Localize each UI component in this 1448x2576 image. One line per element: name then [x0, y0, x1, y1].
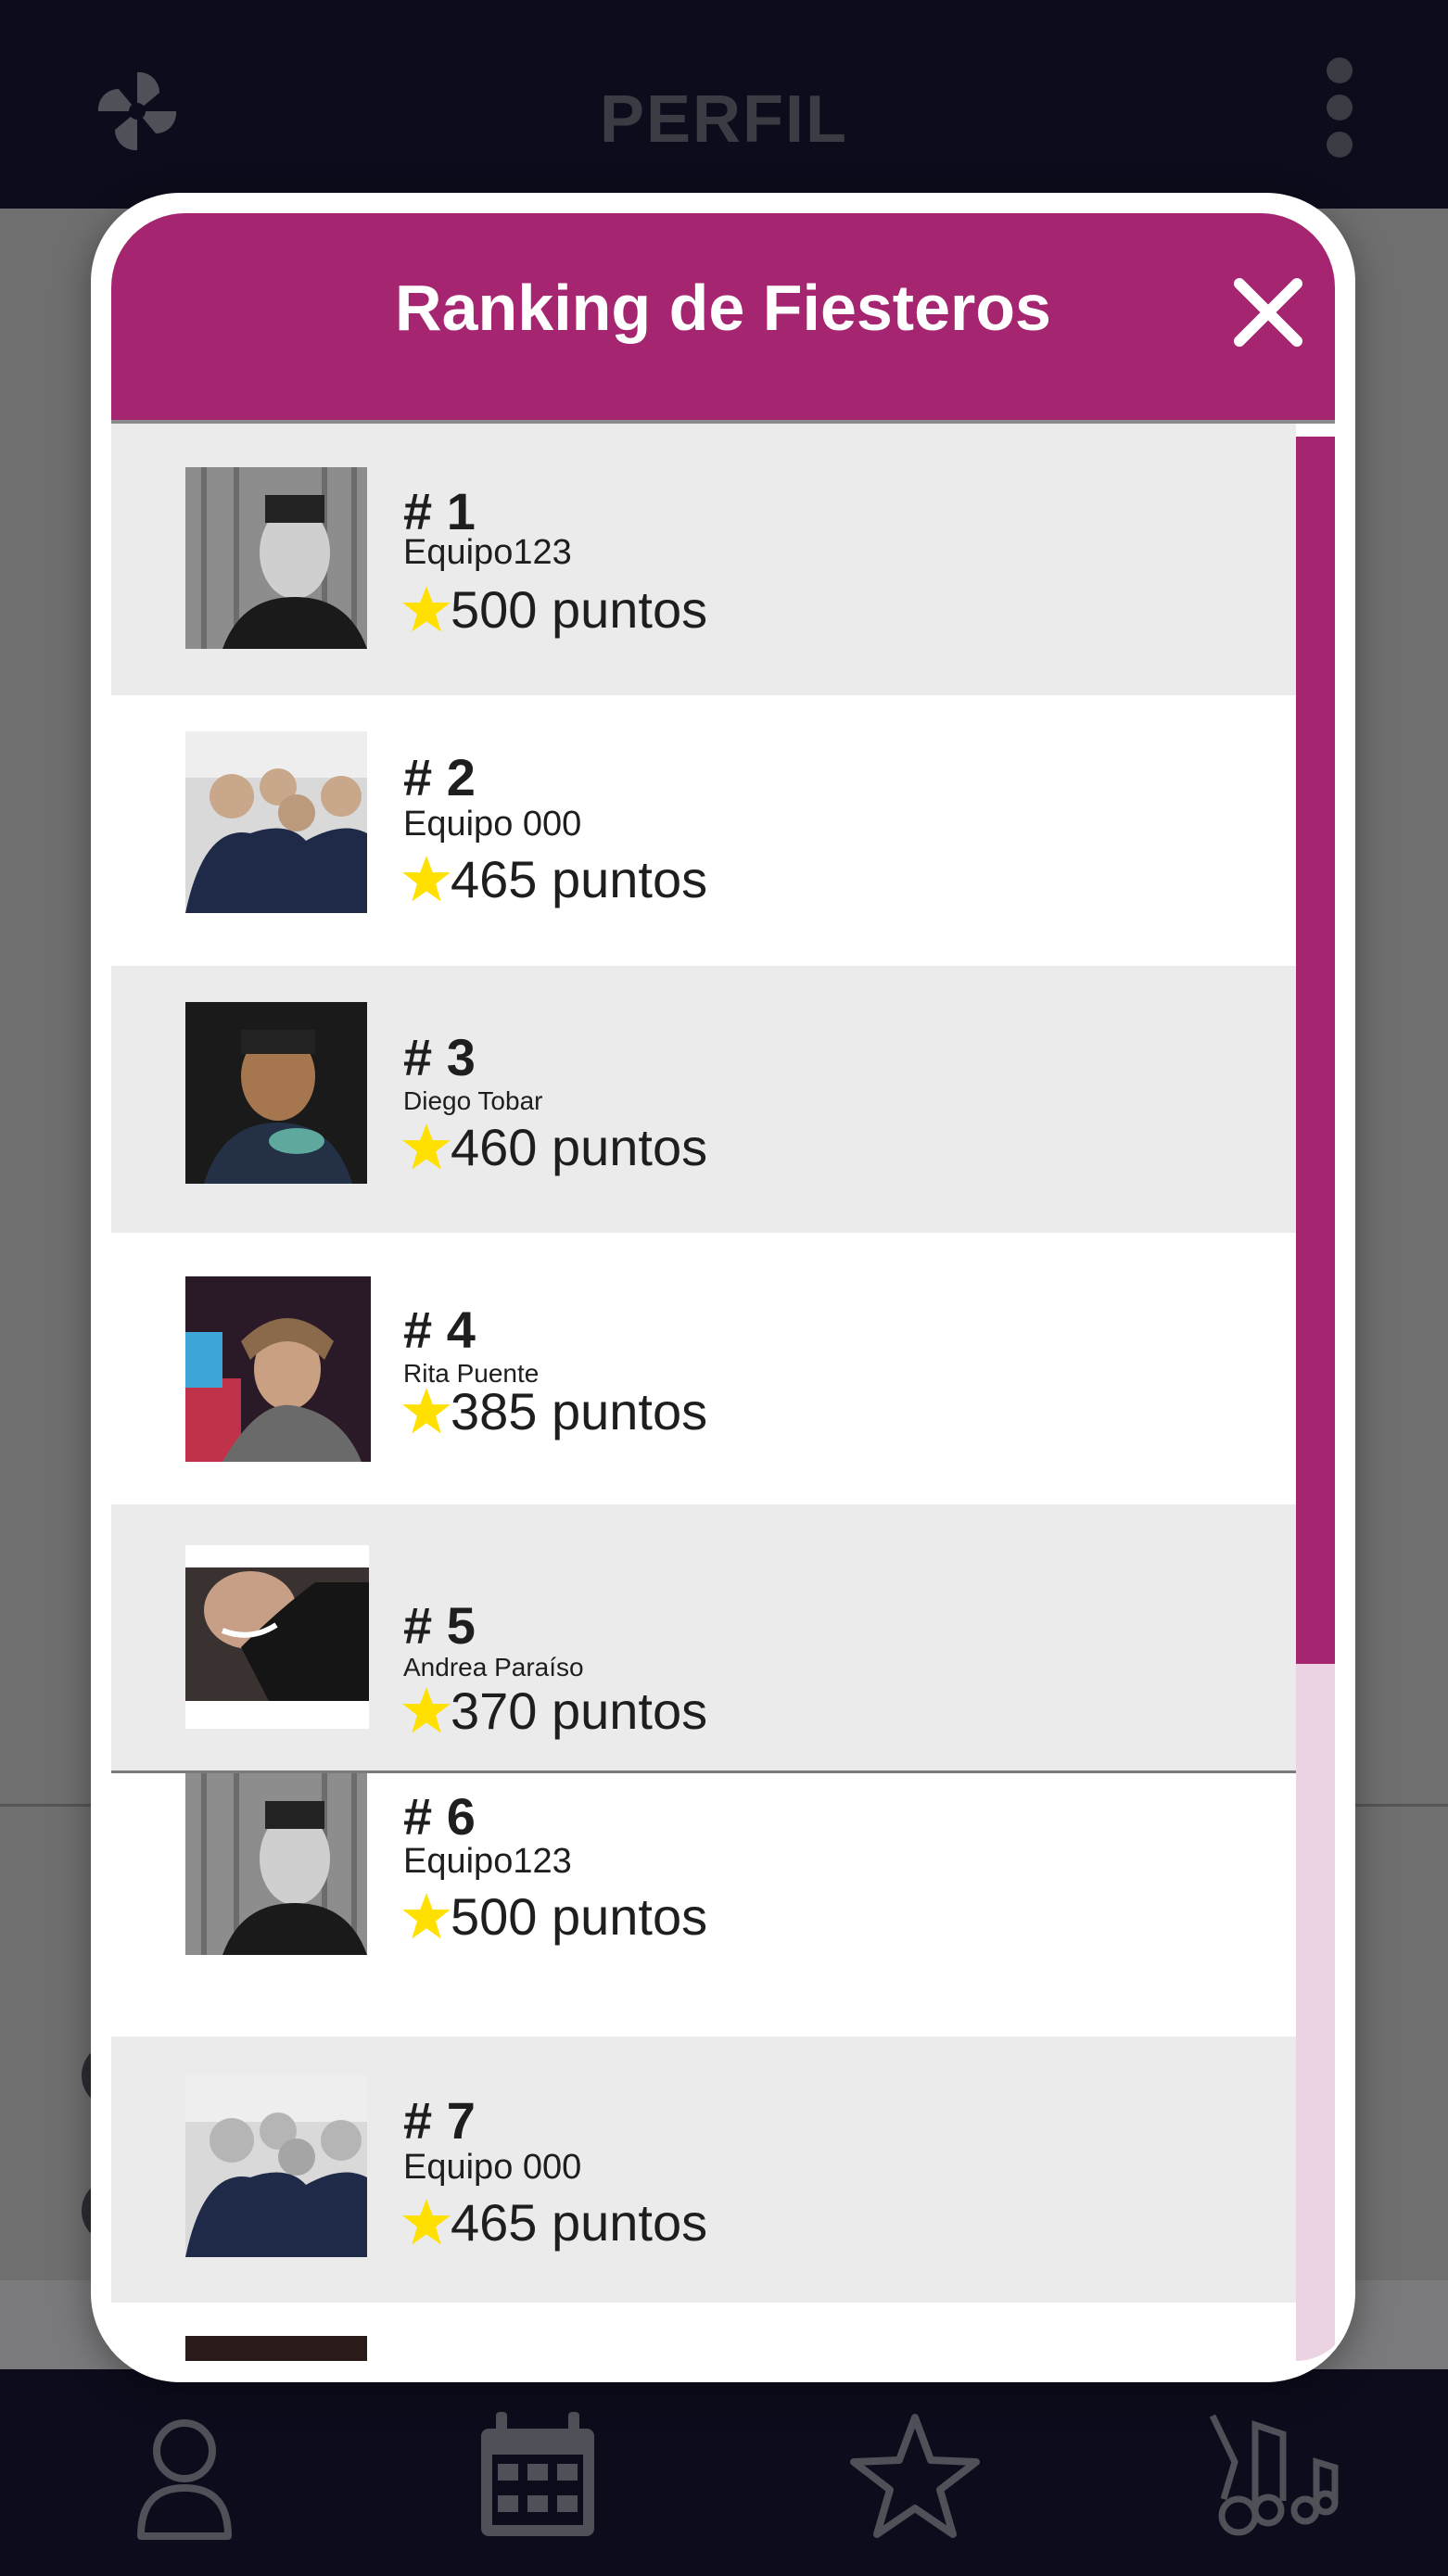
list-item[interactable] [111, 2303, 1296, 2361]
close-button[interactable] [1226, 271, 1310, 354]
star-icon [402, 1686, 451, 1733]
nav-music-button[interactable] [1203, 2406, 1342, 2545]
entry-points: 460 puntos [400, 1117, 707, 1177]
points-value: 465 puntos [451, 2193, 708, 2252]
entry-points: 370 puntos [400, 1681, 707, 1741]
list-item[interactable]: # 4 Rita Puente 385 puntos [111, 1233, 1296, 1504]
points-value: 460 puntos [451, 1118, 708, 1176]
avatar [185, 2336, 367, 2361]
avatar [185, 1545, 369, 1729]
points-value: 385 puntos [451, 1382, 708, 1440]
entry-name: Equipo123 [403, 533, 572, 572]
star-icon [402, 855, 451, 902]
avatar [185, 2075, 367, 2257]
close-icon [1234, 278, 1302, 347]
modal-title: Ranking de Fiesteros [395, 272, 1051, 344]
entry-name: Equipo123 [403, 1842, 572, 1881]
rank-label: # 3 [403, 1028, 476, 1086]
star-icon [850, 2414, 980, 2538]
avatar [185, 1276, 371, 1462]
list-item[interactable]: # 7 Equipo 000 465 puntos [111, 2037, 1296, 2303]
avatar [185, 1002, 367, 1184]
points-value: 465 puntos [451, 850, 708, 908]
ranking-modal: Ranking de Fiesteros # 1 Equipo123 500 p… [91, 193, 1355, 2382]
rank-label: # 4 [403, 1301, 476, 1359]
profile-icon [137, 2419, 232, 2540]
points-value: 370 puntos [451, 1681, 708, 1740]
avatar [185, 731, 367, 913]
rank-label: # 6 [403, 1787, 476, 1846]
scrollbar-thumb[interactable] [1296, 437, 1335, 1664]
entry-name: Equipo 000 [403, 805, 582, 844]
star-icon [402, 1387, 451, 1434]
list-item[interactable]: # 1 Equipo123 500 puntos [111, 424, 1296, 695]
rank-label: # 2 [403, 748, 476, 806]
list-item[interactable]: # 3 Diego Tobar 460 puntos [111, 966, 1296, 1233]
star-icon [402, 2198, 451, 2245]
entry-points: 500 puntos [400, 579, 707, 640]
star-icon [402, 1123, 451, 1170]
bottom-navigation [0, 2369, 1448, 2576]
rank-label: # 5 [403, 1596, 476, 1655]
list-item[interactable]: # 2 Equipo 000 465 puntos [111, 695, 1296, 966]
entry-points: 385 puntos [400, 1381, 707, 1441]
music-notes-icon [1209, 2414, 1339, 2536]
entry-name: Andrea Paraíso [403, 1653, 584, 1681]
entry-name: Diego Tobar [403, 1086, 543, 1115]
points-value: 500 puntos [451, 580, 708, 639]
entry-name: Equipo 000 [403, 2148, 582, 2187]
avatar [185, 467, 367, 649]
page-title: PERFIL [599, 82, 848, 157]
entry-points: 465 puntos [400, 2192, 707, 2252]
nav-favorites-button[interactable] [845, 2406, 984, 2545]
entry-points: 465 puntos [400, 849, 707, 909]
entry-points: 500 puntos [400, 1886, 707, 1947]
top-app-bar: PERFIL [0, 0, 1448, 209]
calendar-icon [481, 2412, 594, 2536]
avatar [185, 1773, 367, 1955]
nav-profile-button[interactable] [115, 2406, 254, 2545]
modal-header: Ranking de Fiesteros [111, 213, 1335, 420]
list-item[interactable]: # 5 Andrea Paraíso 370 puntos [111, 1504, 1296, 1770]
star-icon [402, 585, 451, 632]
star-icon [402, 1892, 451, 1939]
rank-label: # 7 [403, 2091, 476, 2150]
points-value: 500 puntos [451, 1887, 708, 1946]
nav-calendar-button[interactable] [468, 2406, 607, 2545]
kebab-menu-icon[interactable] [1321, 57, 1358, 159]
ranking-list[interactable]: # 1 Equipo123 500 puntos # 2 Equipo 000 … [111, 424, 1335, 2361]
list-item[interactable]: # 6 Equipo123 500 puntos [111, 1773, 1296, 2037]
